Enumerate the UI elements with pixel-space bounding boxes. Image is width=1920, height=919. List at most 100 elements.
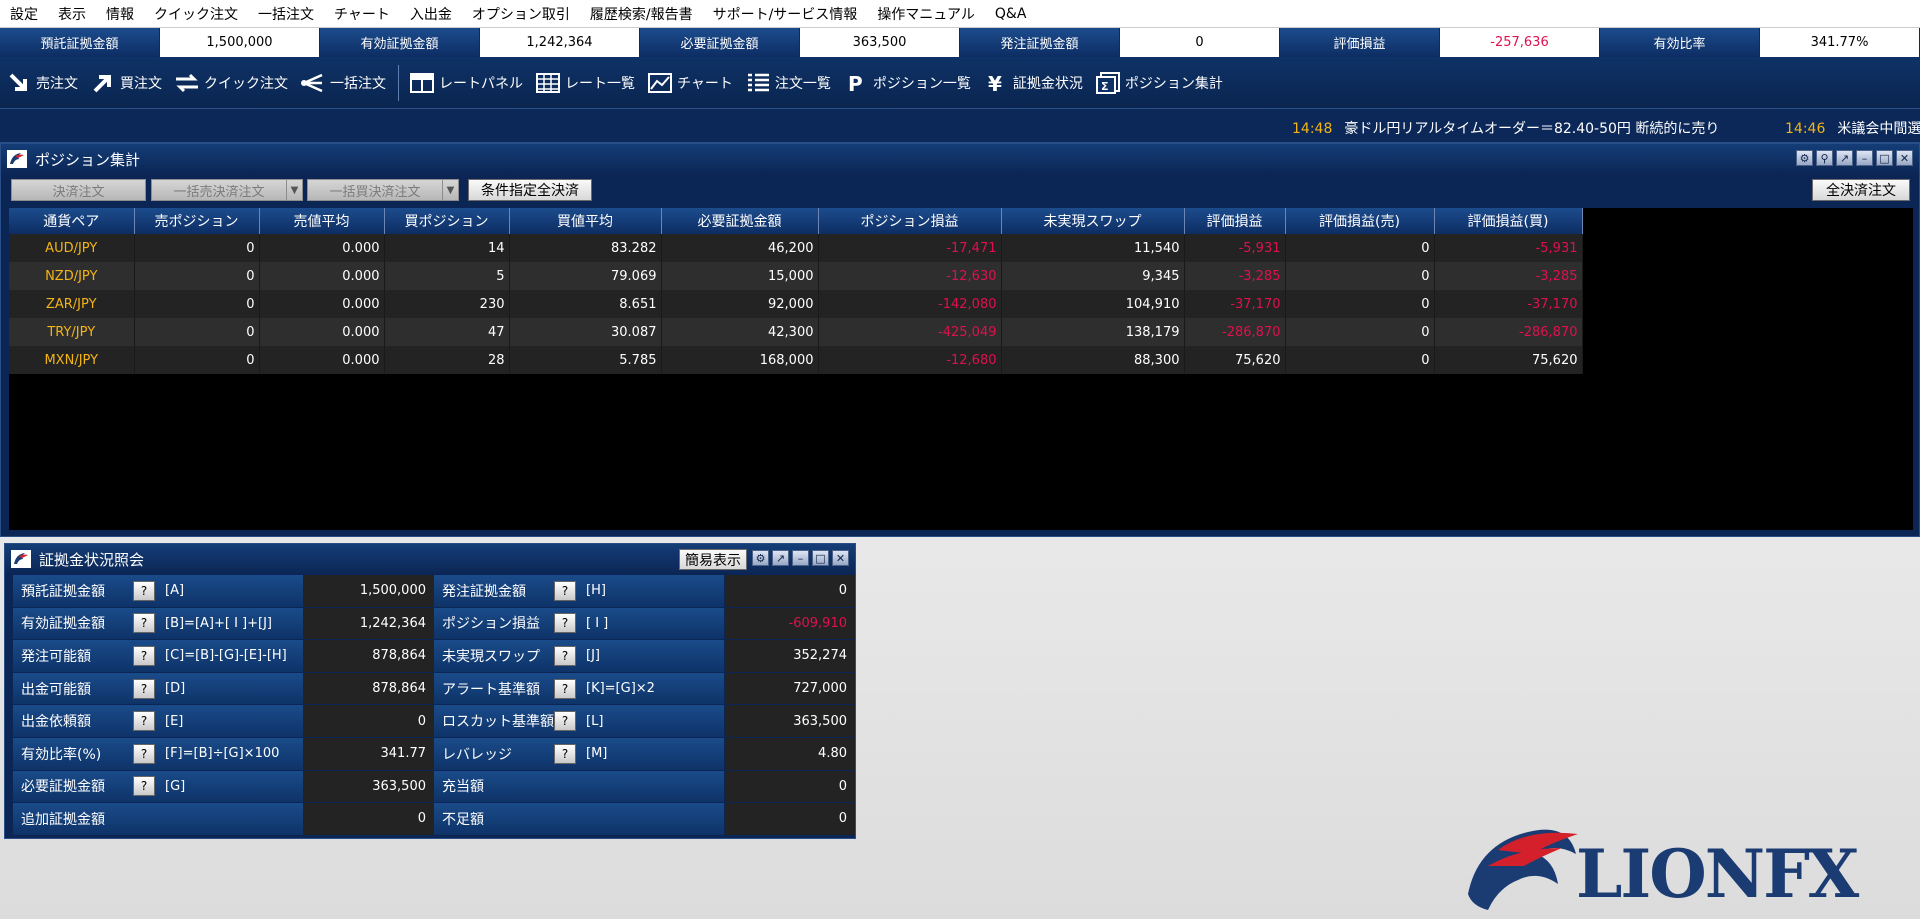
pin-icon[interactable]: ↗: [1836, 150, 1853, 166]
menu-item[interactable]: チャート: [324, 4, 400, 24]
margin-item: ロスカット基準額? [L] 363,500: [434, 705, 855, 737]
menu-item[interactable]: 情報: [96, 4, 144, 24]
menu-item[interactable]: 履歴検索/報告書: [580, 4, 703, 24]
table-row[interactable]: MXN/JPY 0 0.000 28 5.785 168,000 -12,680 88,300…: [9, 346, 1583, 374]
column-header[interactable]: 売値平均: [259, 208, 385, 234]
column-header[interactable]: 通貨ペア: [9, 208, 135, 234]
position-table-area: 通貨ペア 売ポジション 売値平均 買ポジション 買値平均 必要証拠金額 ポジション損益 未実現…: [9, 208, 1913, 530]
settle-order-button[interactable]: 決済注文: [11, 179, 146, 201]
help-button[interactable]: ?: [133, 580, 155, 601]
column-header[interactable]: 未実現スワップ: [1001, 208, 1185, 234]
menu-item[interactable]: 操作マニュアル: [867, 4, 985, 24]
help-button[interactable]: ?: [554, 678, 576, 699]
margin-row: 預託証拠金額? [A] 1,500,000 発注証拠金額? [H] 0: [13, 575, 855, 608]
table-cell: -3,285: [1184, 262, 1286, 290]
help-button[interactable]: ?: [554, 711, 576, 732]
position-summary-titlebar[interactable]: ポジション集計 ⚙ ⚲ ↗ – □ ✕: [1, 144, 1919, 174]
margin-value: 727,000: [725, 672, 855, 705]
account-value: 341.77%: [1760, 28, 1920, 57]
settings-icon[interactable]: ⚙: [752, 550, 769, 566]
toolbar-button[interactable]: レート一覧: [535, 70, 635, 96]
menu-item[interactable]: 表示: [48, 4, 96, 24]
help-button[interactable]: ?: [554, 645, 576, 666]
menu-item[interactable]: サポート/サービス情報: [703, 4, 868, 24]
menu-item[interactable]: クイック注文: [144, 4, 248, 24]
toolbar-button[interactable]: 注文一覧: [745, 70, 831, 96]
help-button[interactable]: ?: [133, 743, 155, 764]
maximize-icon[interactable]: □: [812, 550, 829, 566]
close-icon[interactable]: ✕: [832, 550, 849, 566]
help-button[interactable]: ?: [133, 711, 155, 732]
table-cell: -17,471: [818, 234, 1002, 262]
margin-value: 352,274: [725, 640, 855, 672]
ticker-item[interactable]: 14:48 豪ドル円リアルタイムオーダー＝82.40-50円 断続的に売り: [1292, 118, 1719, 138]
column-header[interactable]: 評価損益(売): [1285, 208, 1435, 234]
margin-row: 発注可能額? [C]=[B]-[G]-[E]-[H] 878,864 未実現スワップ?…: [13, 640, 855, 673]
close-icon[interactable]: ✕: [1896, 150, 1913, 166]
toolbar-button-label: チャート: [677, 75, 733, 92]
column-header[interactable]: 買ポジション: [384, 208, 510, 234]
help-button[interactable]: ?: [554, 743, 576, 764]
menu-item[interactable]: 設定: [0, 4, 48, 24]
toolbar-button[interactable]: P ポジション一覧: [843, 70, 971, 96]
margin-status-titlebar[interactable]: 証拠金状況照会 簡易表示 ⚙ ↗ – □ ✕: [5, 544, 855, 574]
margin-item: 発注可能額? [C]=[B]-[G]-[E]-[H] 878,864: [13, 640, 434, 672]
toolbar-button[interactable]: クイック注文: [174, 70, 288, 96]
column-header[interactable]: 評価損益(買): [1434, 208, 1583, 234]
margin-value: 363,500: [304, 770, 434, 803]
toolbar-button[interactable]: 一括注文: [300, 70, 386, 96]
table-cell: 15,000: [661, 262, 819, 290]
column-header[interactable]: 買値平均: [509, 208, 662, 234]
simple-view-button[interactable]: 簡易表示: [679, 549, 747, 570]
toolbar-button[interactable]: 売注文: [6, 70, 78, 96]
column-header[interactable]: 売ポジション: [134, 208, 260, 234]
toolbar-button[interactable]: レートパネル: [409, 70, 523, 96]
maximize-icon[interactable]: □: [1876, 150, 1893, 166]
help-button[interactable]: ?: [133, 678, 155, 699]
ticker-item[interactable]: 14:46 米議会中間選: [1785, 118, 1920, 138]
bulk-buy-settle-button[interactable]: 一括買決済注文 ▼: [307, 179, 459, 201]
toolbar-button[interactable]: 買注文: [90, 70, 162, 96]
column-header[interactable]: ポジション損益: [818, 208, 1002, 234]
settings-icon[interactable]: ⚙: [1796, 150, 1813, 166]
menu-item[interactable]: 一括注文: [248, 4, 324, 24]
margin-label-name: アラート基準額: [442, 681, 540, 698]
menu-item[interactable]: Q&A: [985, 6, 1037, 22]
margin-row: 有効比率(%)? [F]=[B]÷[G]×100 341.77 レバレッジ? [M] 4.…: [13, 737, 855, 771]
menu-item[interactable]: オプション取引: [462, 4, 580, 24]
margin-formula: [M]: [586, 746, 608, 762]
margin-item: 未実現スワップ? [J] 352,274: [434, 640, 855, 672]
menu-item[interactable]: 入出金: [400, 4, 462, 24]
margin-label: 必要証拠金額? [G]: [13, 770, 304, 803]
margin-label: 発注証拠金額? [H]: [434, 575, 725, 607]
toolbar-button[interactable]: ¥ 証拠金状況: [983, 70, 1083, 96]
table-cell: 0: [134, 290, 260, 318]
table-row[interactable]: ZAR/JPY 0 0.000 230 8.651 92,000 -142,080 104,9…: [9, 290, 1583, 318]
minimize-icon[interactable]: –: [1856, 150, 1873, 166]
toolbar-button[interactable]: チャート: [647, 70, 733, 96]
table-row[interactable]: AUD/JPY 0 0.000 14 83.282 46,200 -17,471 11,540…: [9, 234, 1583, 262]
column-header[interactable]: 評価損益: [1184, 208, 1286, 234]
dropdown-arrow-icon[interactable]: ▼: [286, 180, 302, 200]
table-row[interactable]: TRY/JPY 0 0.000 47 30.087 42,300 -425,049 138,1…: [9, 318, 1583, 346]
pin-icon[interactable]: ↗: [772, 550, 789, 566]
help-button[interactable]: ?: [554, 580, 576, 601]
link-icon[interactable]: ⚲: [1816, 150, 1833, 166]
toolbar-button[interactable]: Σ ポジション集計: [1095, 70, 1223, 96]
account-label: 発注証拠金額: [960, 28, 1120, 57]
margin-label: 充当額: [434, 770, 725, 803]
help-button[interactable]: ?: [133, 613, 155, 634]
help-button[interactable]: ?: [133, 776, 155, 797]
help-button[interactable]: ?: [133, 645, 155, 666]
sell-arrow-icon: [6, 70, 32, 96]
table-row[interactable]: NZD/JPY 0 0.000 5 79.069 15,000 -12,630 9,345 -3…: [9, 262, 1583, 290]
column-header[interactable]: 必要証拠金額: [661, 208, 819, 234]
table-cell: 83.282: [509, 234, 662, 262]
conditional-settle-all-button[interactable]: 条件指定全決済: [468, 179, 592, 201]
margin-value: 341.77: [304, 737, 434, 770]
dropdown-arrow-icon[interactable]: ▼: [442, 180, 458, 200]
help-button[interactable]: ?: [554, 613, 576, 634]
minimize-icon[interactable]: –: [792, 550, 809, 566]
settle-all-button[interactable]: 全決済注文: [1812, 179, 1910, 201]
bulk-sell-settle-button[interactable]: 一括売決済注文 ▼: [151, 179, 303, 201]
